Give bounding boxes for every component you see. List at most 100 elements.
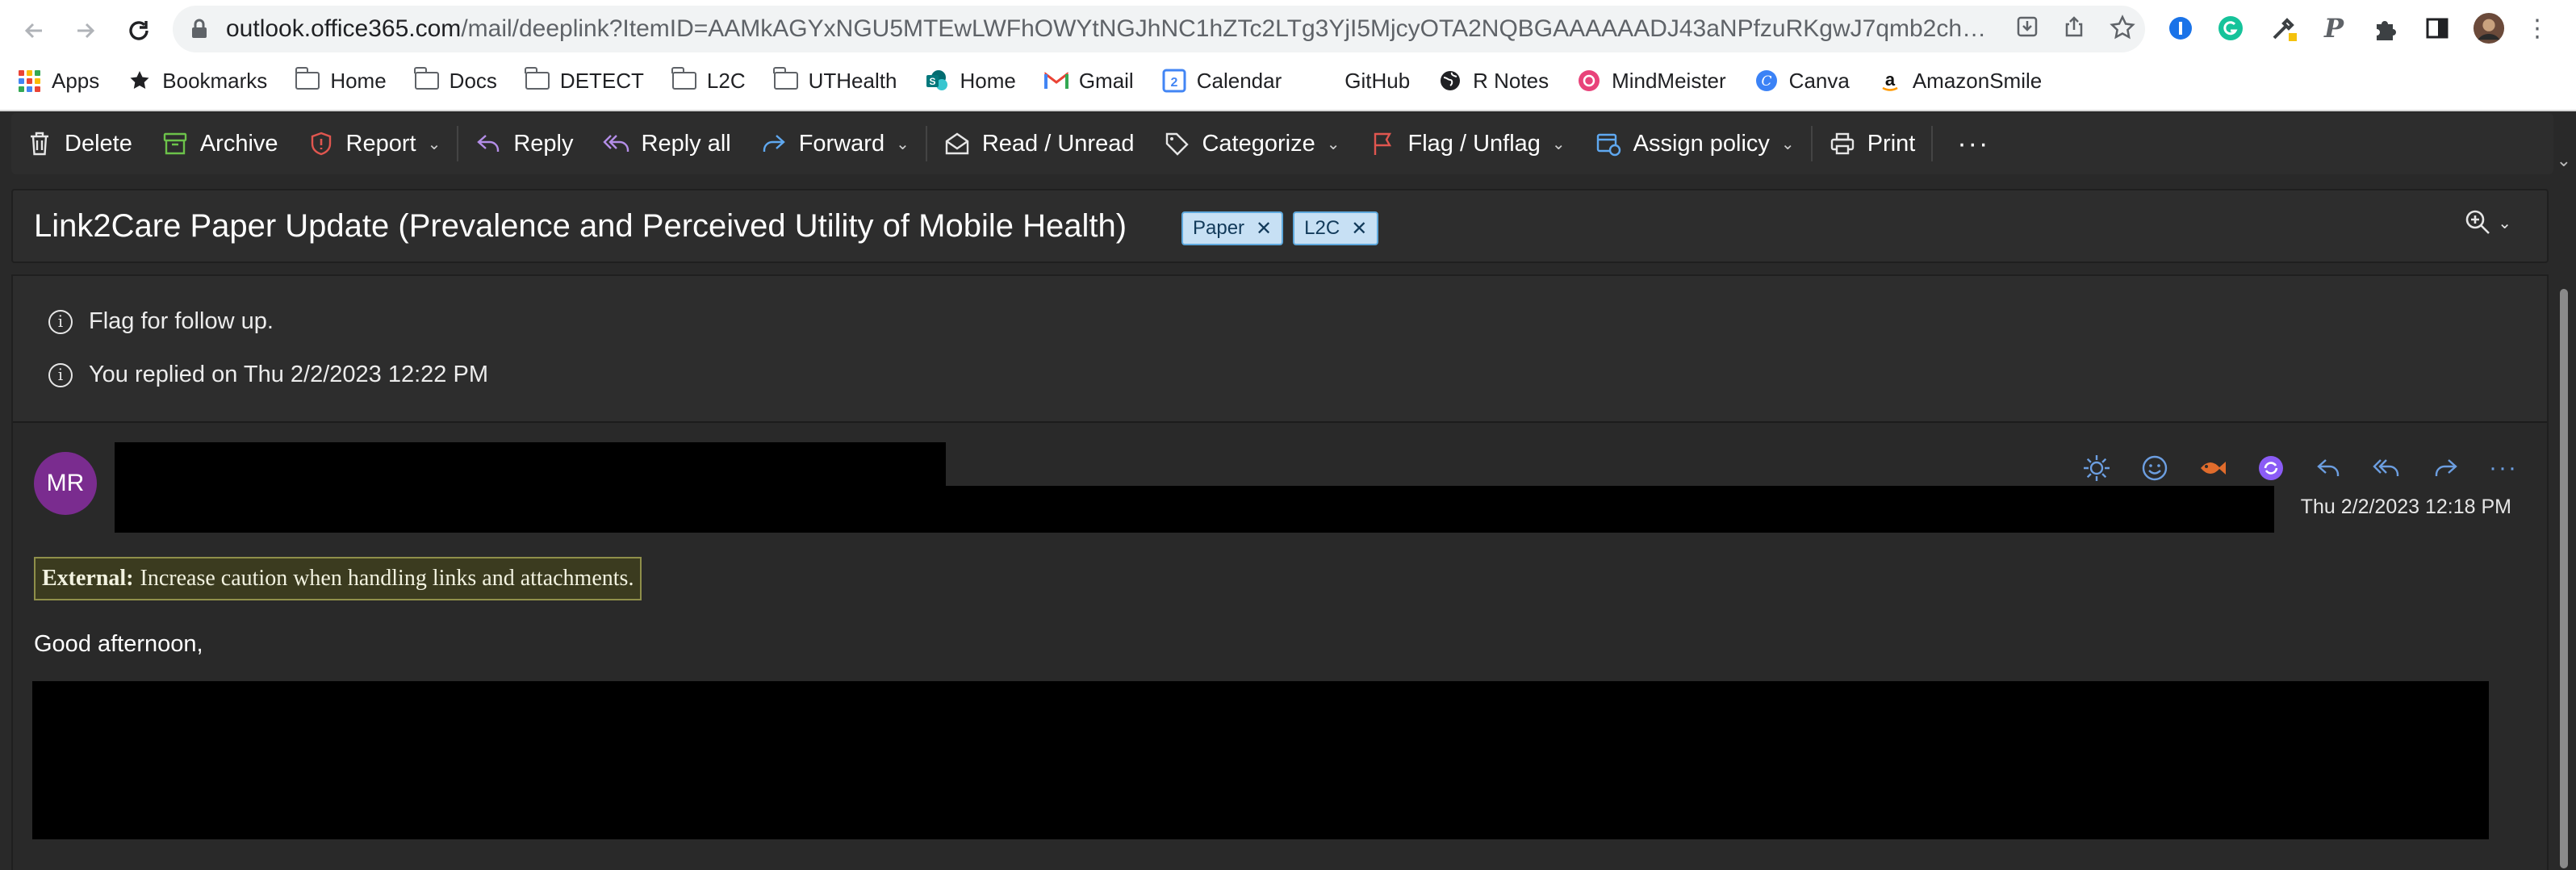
reply-all-button[interactable]: Reply all (588, 119, 746, 168)
info-icon (48, 309, 73, 334)
reply-icon (475, 130, 502, 157)
bookmark-label: AmazonSmile (1912, 68, 2043, 93)
scrollbar-thumb[interactable] (2560, 289, 2568, 868)
back-arrow-icon[interactable] (15, 11, 53, 50)
fish-addin-icon[interactable] (2190, 445, 2235, 491)
category-tags: Paper ✕ L2C ✕ (1181, 211, 1388, 245)
toolbar-divider (457, 126, 459, 161)
folder-icon (671, 67, 697, 94)
category-tag-paper[interactable]: Paper ✕ (1181, 211, 1284, 245)
install-app-icon[interactable] (2013, 15, 2042, 44)
redacted-sender (115, 442, 946, 487)
subject-bar: Link2Care Paper Update (Prevalence and P… (11, 189, 2549, 263)
bookmark-mindmeister[interactable]: MindMeister (1576, 68, 1726, 94)
forward-arrow-icon[interactable] (66, 11, 105, 50)
redacted-recipients (115, 486, 2274, 533)
sun-icon[interactable] (2074, 445, 2119, 491)
bookmark-github[interactable]: GitHub (1309, 68, 1410, 94)
assign-policy-button[interactable]: Assign policy ⌄ (1580, 119, 1809, 168)
tag-icon (1163, 130, 1190, 157)
scrollbar[interactable] (2557, 274, 2571, 868)
chevron-down-icon[interactable]: ⌄ (1781, 134, 1795, 154)
bookmark-folder-docs[interactable]: Docs (414, 67, 497, 94)
delete-label: Delete (65, 130, 132, 157)
globe-icon (1437, 68, 1463, 94)
tag-label: L2C (1304, 217, 1340, 239)
svg-text:C: C (1761, 73, 1771, 90)
bookmark-folder-uthealth[interactable]: UTHealth (773, 67, 897, 94)
forward-label: Forward (798, 130, 885, 157)
forward-icon[interactable] (2423, 445, 2468, 491)
paypal-icon[interactable]: P (2318, 12, 2350, 44)
bookmark-canva[interactable]: C Canva (1754, 68, 1850, 94)
avatar[interactable]: MR (34, 452, 97, 515)
read-unread-button[interactable]: Read / Unread (929, 119, 1149, 168)
flag-unflag-button[interactable]: Flag / Unflag ⌄ (1354, 119, 1579, 168)
message-toolbar: Delete Archive Report ⌄ Reply Reply all … (11, 113, 2553, 174)
more-icon[interactable]: ··· (2481, 445, 2526, 491)
close-icon[interactable]: ✕ (1256, 217, 1272, 241)
bookmark-star-icon[interactable] (2108, 15, 2137, 44)
replied-info-row: You replied on Thu 2/2/2023 12:22 PM (48, 362, 488, 388)
extensions-puzzle-icon[interactable] (2369, 12, 2402, 44)
emoji-icon[interactable] (2132, 445, 2177, 491)
more-actions-button[interactable]: ··· (1934, 128, 2012, 160)
profile-avatar-icon[interactable] (2473, 12, 2505, 44)
password-manager-icon[interactable] (2164, 12, 2197, 44)
share-icon[interactable] (2060, 15, 2089, 44)
flag-icon (1369, 130, 1396, 157)
chevron-down-icon[interactable]: ⌄ (896, 134, 910, 154)
bookmark-apps[interactable]: Apps (16, 68, 99, 94)
loop-addin-icon[interactable] (2248, 445, 2294, 491)
categorize-button[interactable]: Categorize ⌄ (1148, 119, 1354, 168)
calendar-icon: 2 (1161, 68, 1187, 94)
lock-icon[interactable] (187, 17, 211, 41)
info-bar: Flag for follow up. You replied on Thu 2… (13, 276, 2547, 423)
archive-icon (161, 130, 189, 157)
category-tag-l2c[interactable]: L2C ✕ (1293, 211, 1379, 245)
chevron-down-icon[interactable]: ⌄ (1327, 134, 1340, 154)
bookmark-gmail[interactable]: Gmail (1043, 68, 1134, 94)
redacted-body (32, 681, 2489, 839)
info-icon (48, 362, 73, 387)
side-panel-icon[interactable] (2421, 12, 2453, 44)
zoom-icon (2465, 210, 2490, 234)
chevron-down-icon[interactable]: ⌄ (428, 134, 441, 154)
canva-icon: C (1754, 68, 1779, 94)
reload-icon[interactable] (119, 11, 158, 50)
reply-button[interactable]: Reply (460, 119, 588, 168)
url-text[interactable]: outlook.office365.com/mail/deeplink?Item… (226, 15, 1993, 43)
eyedropper-icon[interactable] (2268, 12, 2300, 44)
tag-label: Paper (1193, 217, 1245, 239)
delete-button[interactable]: Delete (11, 119, 147, 168)
bookmark-folder-l2c[interactable]: L2C (671, 67, 746, 94)
bookmark-r-notes[interactable]: R Notes (1437, 68, 1549, 94)
grammarly-icon[interactable] (2214, 12, 2247, 44)
reading-pane: Flag for follow up. You replied on Thu 2… (11, 274, 2549, 870)
star-icon (127, 68, 153, 94)
svg-text:S: S (930, 76, 936, 87)
reply-all-icon (602, 130, 630, 157)
print-button[interactable]: Print (1814, 119, 1930, 168)
bookmark-folder-home[interactable]: Home (295, 67, 387, 94)
reply-all-icon[interactable] (2365, 445, 2410, 491)
reply-icon[interactable] (2306, 445, 2352, 491)
chevron-down-icon[interactable]: ⌄ (2557, 150, 2571, 171)
report-button[interactable]: Report ⌄ (293, 119, 456, 168)
zoom-button[interactable]: ⌄ (2464, 208, 2511, 237)
browser-menu-icon[interactable]: ⋮ (2521, 12, 2553, 44)
toolbar-divider (1931, 126, 1934, 161)
bookmark-calendar[interactable]: 2 Calendar (1161, 68, 1282, 94)
bookmark-folder-detect[interactable]: DETECT (525, 67, 644, 94)
address-bar[interactable]: outlook.office365.com/mail/deeplink?Item… (173, 6, 2145, 52)
message-subject: Link2Care Paper Update (Prevalence and P… (34, 208, 1127, 244)
bookmark-sharepoint-home[interactable]: S Home (924, 68, 1016, 94)
bookmark-bookmarks[interactable]: Bookmarks (127, 68, 267, 94)
close-icon[interactable]: ✕ (1351, 217, 1367, 241)
bookmark-amazonsmile[interactable]: a AmazonSmile (1877, 68, 2042, 94)
bookmark-label: Apps (52, 68, 100, 93)
archive-button[interactable]: Archive (147, 119, 293, 168)
chevron-down-icon[interactable]: ⌄ (1552, 134, 1566, 154)
forward-button[interactable]: Forward ⌄ (746, 119, 924, 168)
bookmark-label: DETECT (559, 68, 644, 93)
